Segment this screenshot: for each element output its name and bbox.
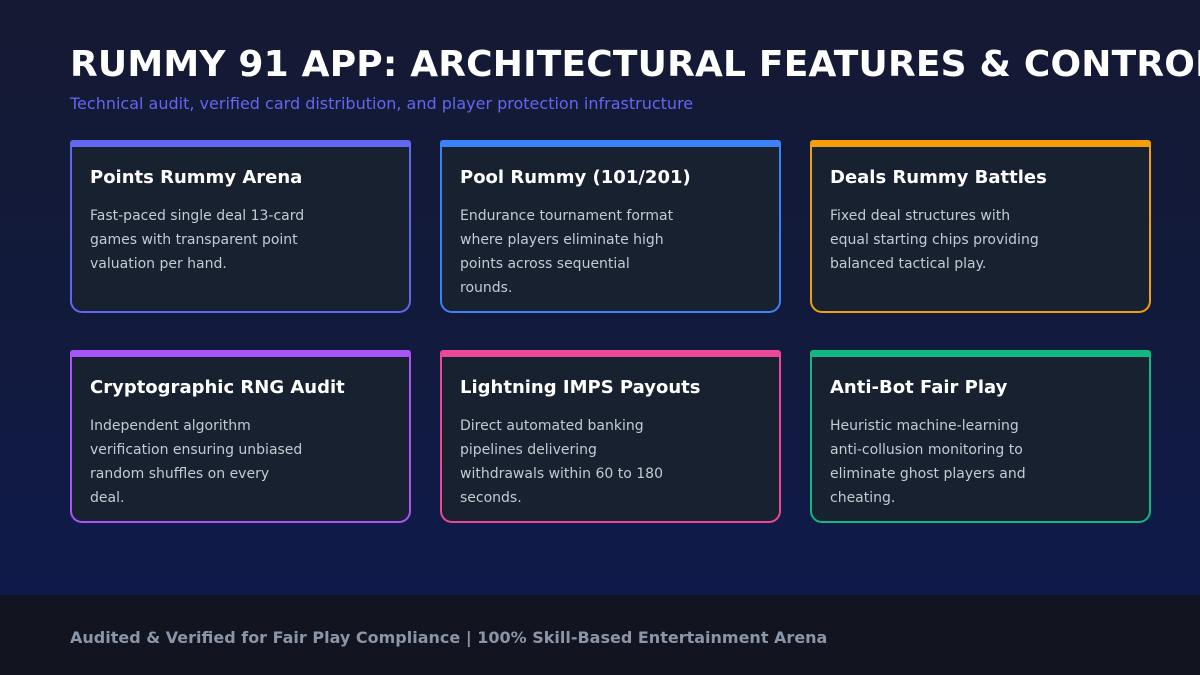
card-title: Deals Rummy Battles — [830, 167, 1047, 188]
feature-card-imps-payouts: Lightning IMPS Payouts Direct automated … — [440, 350, 781, 523]
page-subtitle: Technical audit, verified card distribut… — [70, 94, 694, 113]
feature-card-rng-audit: Cryptographic RNG Audit Independent algo… — [70, 350, 411, 523]
feature-card-deals-rummy: Deals Rummy Battles Fixed deal structure… — [810, 140, 1151, 313]
card-description: Direct automated banking pipelines deliv… — [460, 418, 663, 506]
card-title: Cryptographic RNG Audit — [90, 377, 345, 398]
footer-bar: Audited & Verified for Fair Play Complia… — [0, 595, 1200, 675]
card-description: Endurance tournament format where player… — [460, 208, 674, 296]
card-description: Heuristic machine-learning anti-collusio… — [830, 418, 1026, 506]
card-title: Lightning IMPS Payouts — [460, 377, 701, 398]
card-description: Independent algorithm verification ensur… — [90, 418, 303, 506]
feature-card-points-rummy: Points Rummy Arena Fast-paced single dea… — [70, 140, 411, 313]
card-title: Anti-Bot Fair Play — [830, 377, 1008, 398]
feature-card-anti-bot: Anti-Bot Fair Play Heuristic machine-lea… — [810, 350, 1151, 523]
card-title: Points Rummy Arena — [90, 167, 303, 188]
footer-text: Audited & Verified for Fair Play Complia… — [70, 628, 828, 647]
card-title: Pool Rummy (101/201) — [460, 167, 691, 188]
card-description: Fast-paced single deal 13-card games wit… — [90, 208, 305, 272]
feature-card-pool-rummy: Pool Rummy (101/201) Endurance tournamen… — [440, 140, 781, 313]
page-title: RUMMY 91 APP: ARCHITECTURAL FEATURES & C… — [70, 44, 1200, 85]
card-description: Fixed deal structures with equal startin… — [830, 208, 1039, 272]
